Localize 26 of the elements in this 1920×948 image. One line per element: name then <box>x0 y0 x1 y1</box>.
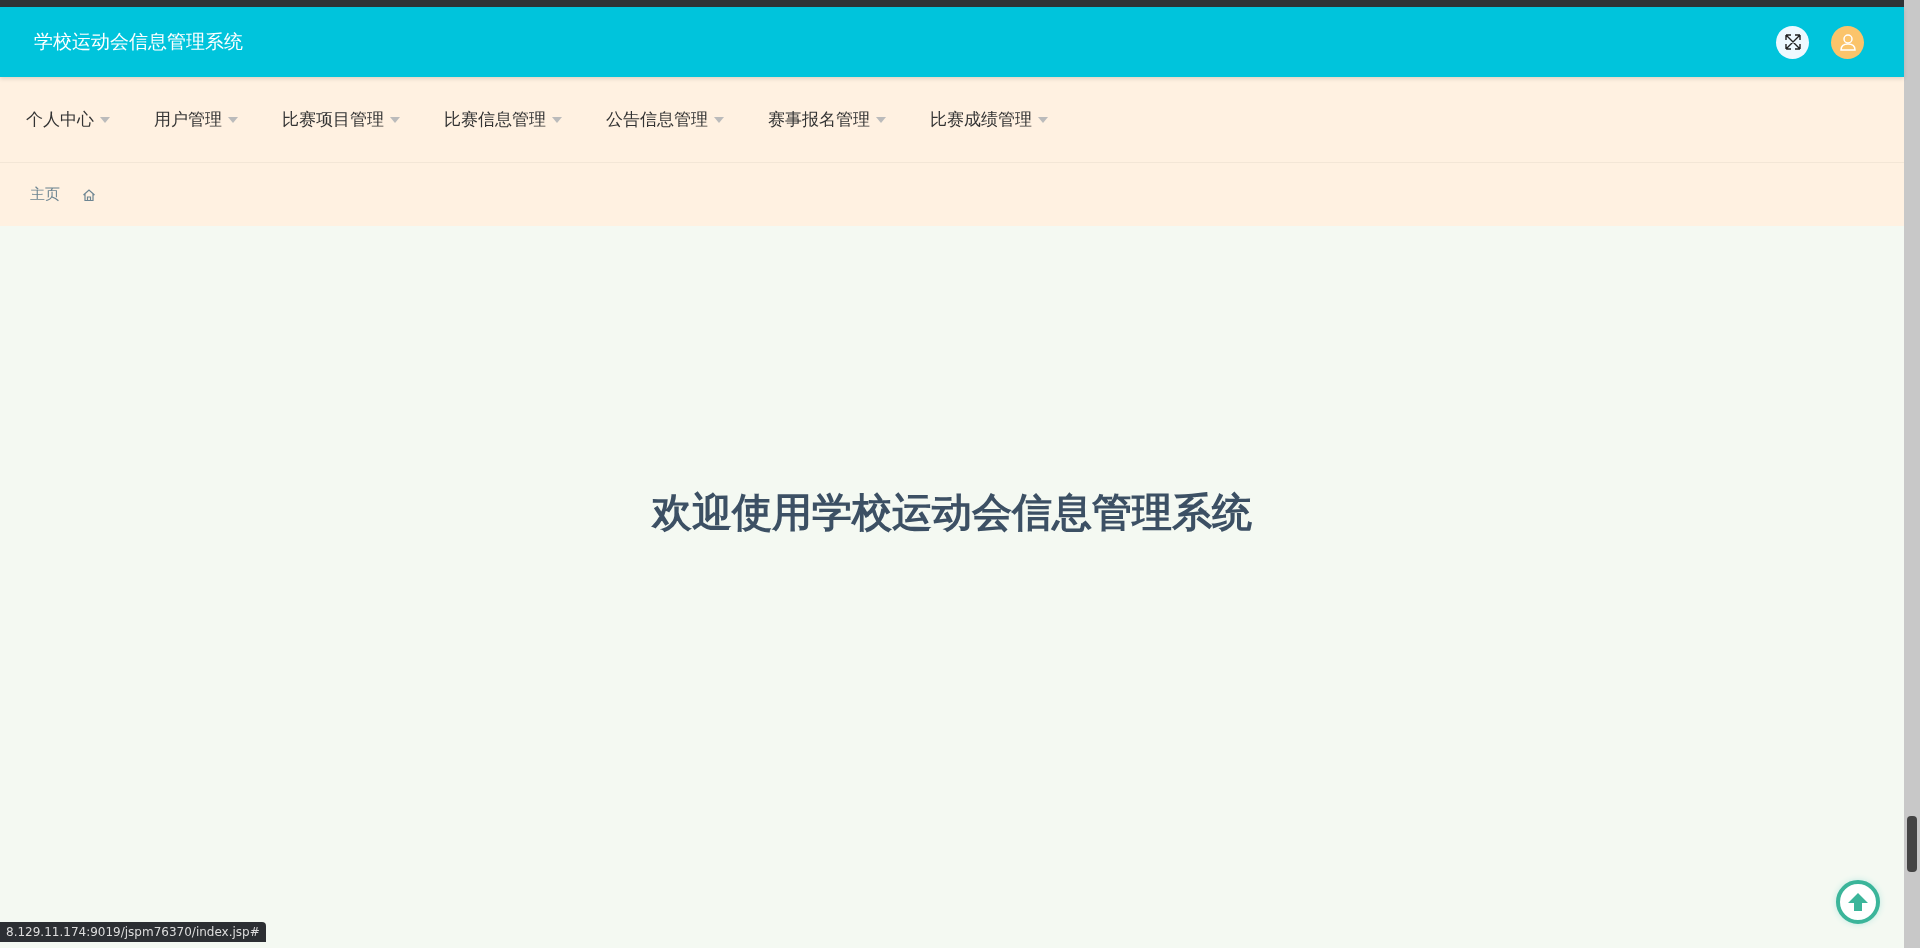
nav-menu-item[interactable]: 公告信息管理 <box>606 108 724 131</box>
caret-icon <box>100 116 110 123</box>
caret-icon <box>552 116 562 123</box>
nav-menu-item[interactable]: 用户管理 <box>154 108 238 131</box>
scrollbar-thumb[interactable] <box>1907 816 1917 872</box>
back-to-top-button[interactable] <box>1836 880 1880 924</box>
nav-menu-item[interactable]: 赛事报名管理 <box>768 108 886 131</box>
up-arrow-icon <box>1847 891 1869 913</box>
user-icon <box>1838 33 1857 51</box>
nav-menu-item[interactable]: 比赛项目管理 <box>282 108 400 131</box>
caret-icon <box>390 116 400 123</box>
caret-icon <box>228 116 238 123</box>
breadcrumb-link[interactable]: 主页 <box>30 185 60 204</box>
expand-arrows-icon <box>1783 33 1802 51</box>
nav-menu-item[interactable]: 个人中心 <box>26 108 110 131</box>
caret-icon <box>714 116 724 123</box>
nav-menu-item[interactable]: 比赛成绩管理 <box>930 108 1048 131</box>
status-url: 8.129.11.174:9019/jspm76370/index.jsp# <box>0 922 266 942</box>
nav-menu-item[interactable]: 比赛信息管理 <box>444 108 562 131</box>
caret-icon <box>876 116 886 123</box>
welcome-heading: 欢迎使用学校运动会信息管理系统 <box>652 487 1252 537</box>
app-title: 学校运动会信息管理系统 <box>34 29 243 54</box>
fullscreen-button[interactable] <box>1776 25 1809 59</box>
caret-icon <box>1038 116 1048 123</box>
user-avatar-button[interactable] <box>1831 25 1864 59</box>
home-icon[interactable] <box>82 187 96 202</box>
